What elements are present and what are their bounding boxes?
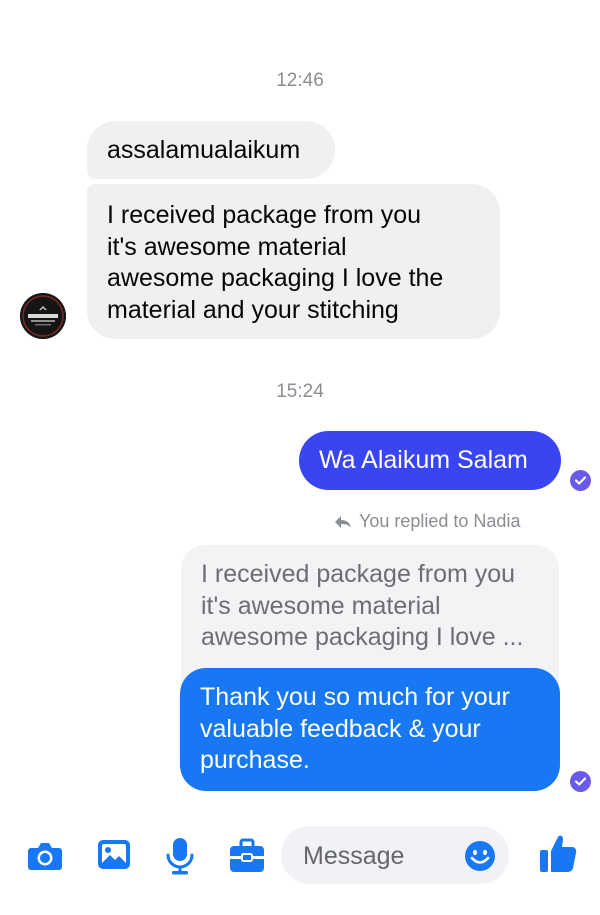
thumbs-up-icon[interactable] — [538, 832, 578, 879]
message-line: Thank you so much for your — [200, 683, 510, 711]
message-input-container[interactable] — [281, 826, 509, 884]
message-text: assalamualaikum — [107, 136, 301, 164]
timestamp: 12:46 — [276, 70, 324, 91]
message-text: Wa Alaikum Salam — [319, 446, 528, 474]
message-line: purchase. — [200, 746, 310, 774]
message-line: awesome packaging I love the — [107, 264, 444, 292]
timestamp: 15:24 — [276, 381, 324, 402]
microphone-icon[interactable] — [163, 836, 197, 881]
incoming-message[interactable]: assalamualaikum — [87, 121, 335, 179]
incoming-message[interactable]: I received package from you it's awesome… — [87, 184, 500, 339]
reply-arrow-icon — [335, 515, 351, 528]
emoji-icon[interactable] — [464, 840, 496, 877]
gallery-icon[interactable] — [95, 836, 133, 879]
message-line: material and your stitching — [107, 295, 399, 324]
message-input[interactable] — [301, 838, 455, 874]
reply-indicator: You replied to Nadia — [333, 511, 520, 532]
outgoing-message[interactable]: Wa Alaikum Salam — [299, 431, 561, 490]
quoted-line: it's awesome material — [201, 591, 441, 620]
seen-check-icon — [570, 470, 591, 491]
quoted-line: I received package from you — [201, 560, 516, 588]
reply-label: You replied to Nadia — [359, 511, 521, 531]
quoted-message[interactable]: I received package from you it's awesome… — [181, 545, 559, 685]
message-line: I received package from you — [107, 201, 422, 229]
camera-icon[interactable] — [25, 836, 65, 881]
seen-check-icon — [570, 771, 591, 792]
message-line: valuable feedback & your — [200, 714, 481, 743]
outgoing-message[interactable]: Thank you so much for your valuable feed… — [180, 668, 560, 791]
quoted-line: awesome packaging I love ... — [201, 623, 524, 651]
message-line: it's awesome material — [107, 232, 347, 261]
avatar-logo-icon — [20, 293, 66, 339]
avatar[interactable] — [20, 293, 66, 339]
toolbox-icon[interactable] — [227, 836, 267, 881]
